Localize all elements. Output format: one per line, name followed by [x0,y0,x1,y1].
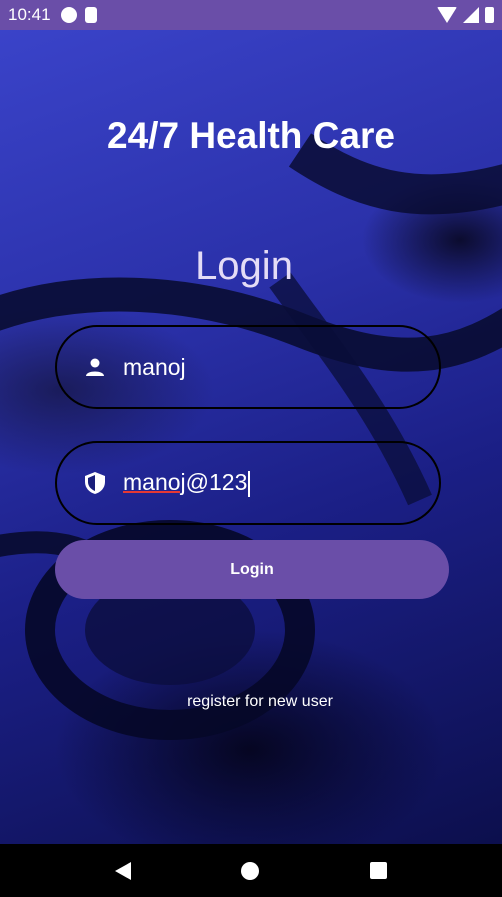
shield-icon [83,471,107,495]
password-field[interactable]: manoj@123 [55,441,441,525]
battery-icon [485,7,494,23]
username-field[interactable]: manoj [55,325,441,409]
app-title: 24/7 Health Care [107,115,395,156]
register-link[interactable]: register for new user [0,693,502,711]
password-value: manoj@123 [123,469,251,497]
recents-icon[interactable] [369,862,387,879]
home-icon[interactable] [241,861,260,880]
wifi-icon [437,7,457,23]
password-value-rest: @123 [185,469,248,496]
sd-card-icon [84,7,97,23]
status-time: 10:41 [8,5,51,24]
person-icon [83,355,107,379]
username-value: manoj [123,353,186,380]
navigation-bar [0,844,502,897]
signal-icon [463,7,479,23]
back-icon[interactable] [115,861,132,880]
privacy-indicator-icon [60,7,77,23]
login-heading: Login [195,244,293,288]
status-bar: 10:41 [0,0,502,30]
login-button[interactable]: Login [55,540,449,599]
password-value-misspelled: manoj [123,469,186,496]
text-cursor [248,470,251,497]
login-screen: 10:41 24/7 Health Care Login manoj manoj… [0,0,502,897]
